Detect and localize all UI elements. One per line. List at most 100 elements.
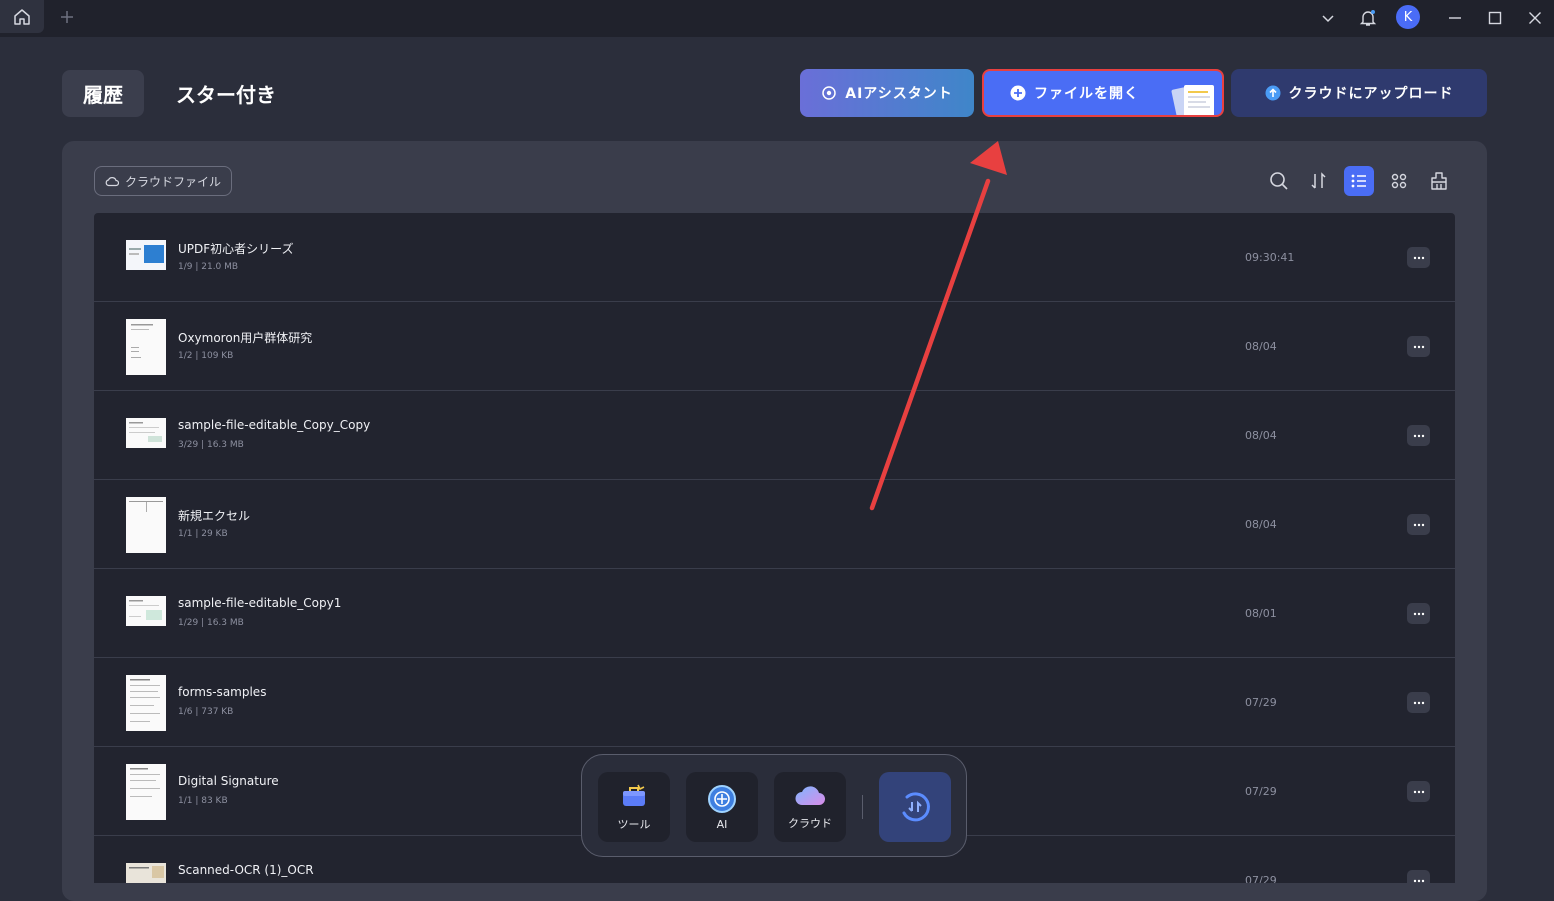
more-options-button[interactable] [1407,336,1430,357]
more-options-button[interactable] [1407,781,1430,802]
sort-button[interactable] [1304,166,1334,196]
file-name: Digital Signature [178,774,279,788]
more-icon [1413,434,1424,437]
grid-view-icon [1391,173,1407,189]
close-button[interactable] [1522,5,1548,31]
tab-history[interactable]: 履歴 [62,70,144,117]
upload-cloud-label: クラウドにアップロード [1288,86,1454,102]
sort-icon [1311,172,1326,189]
dock-separator [862,795,863,819]
cloud-files-filter[interactable]: クラウドファイル [94,166,232,196]
file-row[interactable]: forms-samples 1/6 | 737 KB 07/29 [94,658,1455,747]
file-date: 08/04 [1245,518,1277,531]
more-options-button[interactable] [1407,692,1430,713]
file-row[interactable]: sample-file-editable_Copy_Copy 3/29 | 16… [94,391,1455,480]
notification-button[interactable] [1355,5,1381,31]
file-row[interactable]: 新規エクセル 1/1 | 29 KB 08/04 [94,480,1455,569]
file-thumbnail [126,764,166,820]
more-options-button[interactable] [1407,247,1430,268]
dropdown-button[interactable] [1315,5,1341,31]
cloud-gradient-icon [795,786,825,805]
file-date: 07/29 [1245,874,1277,883]
file-row[interactable]: Oxymoron用户群体研究 1/2 | 109 KB 08/04 [94,302,1455,391]
file-thumbnail [126,418,166,448]
broom-icon [1431,172,1447,190]
toolbox-icon [623,784,645,806]
dock-cloud-label: クラウド [788,817,832,830]
dock-cloud-button[interactable]: クラウド [774,772,846,842]
more-options-button[interactable] [1407,425,1430,446]
clear-history-button[interactable] [1424,166,1454,196]
file-meta: 3/29 | 16.3 MB [178,440,244,450]
title-bar: K [0,0,1554,37]
dock-ai-label: AI [716,817,728,831]
bell-icon [1359,10,1377,26]
file-name: Oxymoron用户群体研究 [178,331,313,345]
file-name: forms-samples [178,685,267,699]
tab-starred[interactable]: スター付き [176,70,276,117]
maximize-button[interactable] [1482,5,1508,31]
file-thumbnail [126,596,166,626]
list-view-icon [1351,174,1366,188]
close-icon [1529,12,1541,24]
sync-icon [902,792,930,822]
more-icon [1413,790,1424,793]
more-icon [1413,256,1424,259]
grid-view-button[interactable] [1384,166,1414,196]
file-meta: 1/9 | 21.0 MB [178,262,239,272]
file-date: 07/29 [1245,696,1277,709]
more-options-button[interactable] [1407,514,1430,535]
file-name: Scanned-OCR (1)_OCR [178,863,314,877]
upload-cloud-button[interactable]: クラウドにアップロード [1231,69,1487,117]
plus-icon [61,11,73,23]
cloud-icon [105,177,119,187]
file-name: UPDF初心者シリーズ [178,242,294,256]
maximize-icon [1488,11,1502,25]
minimize-button[interactable] [1442,5,1468,31]
more-options-button[interactable] [1407,870,1430,883]
file-meta: 1/1 | 83 KB [178,796,228,806]
more-icon [1413,345,1424,348]
dock-ai-button[interactable]: AI [686,772,758,842]
file-date: 07/29 [1245,785,1277,798]
file-name: sample-file-editable_Copy_Copy [178,418,371,432]
home-tab[interactable] [0,0,44,33]
more-icon [1413,701,1424,704]
file-meta: 1/6 | 737 KB [178,707,234,717]
file-thumbnail [126,319,166,375]
more-icon [1413,612,1424,615]
file-date: 08/04 [1245,429,1277,442]
more-options-button[interactable] [1407,603,1430,624]
dock-sync-button[interactable] [879,772,951,842]
file-name: sample-file-editable_Copy1 [178,596,342,610]
file-meta: 1/1 | 29 KB [178,529,228,539]
user-avatar[interactable]: K [1396,5,1420,29]
file-thumbnail [126,497,166,553]
ai-orb-icon [708,784,736,813]
file-thumbnail [126,675,166,731]
dock-tools-label: ツール [617,818,651,831]
file-name: 新規エクセル [178,509,251,523]
ai-assistant-button[interactable]: AIアシスタント [800,69,974,117]
search-icon [1270,172,1288,190]
search-button[interactable] [1264,166,1294,196]
file-date: 08/04 [1245,340,1277,353]
cloud-files-label: クラウドファイル [125,174,222,189]
bottom-dock: ツール AI クラウド [581,754,967,857]
minimize-icon [1449,17,1461,19]
ai-icon [821,85,837,101]
new-tab-button[interactable] [56,6,78,28]
open-file-button[interactable]: ファイルを開く [982,69,1224,117]
home-icon [14,8,30,25]
open-file-label: ファイルを開く [1034,86,1139,102]
list-view-button[interactable] [1344,166,1374,196]
upload-icon [1265,85,1281,101]
file-thumbnail [126,240,166,270]
file-date: 08/01 [1245,607,1277,620]
file-row[interactable]: UPDF初心者シリーズ 1/9 | 21.0 MB 09:30:41 [94,213,1455,302]
file-meta: 1/2 | 109 KB [178,351,234,361]
file-date: 09:30:41 [1245,251,1295,264]
file-row[interactable]: sample-file-editable_Copy1 1/29 | 16.3 M… [94,569,1455,658]
more-icon [1413,879,1424,882]
dock-tools-button[interactable]: ツール [598,772,670,842]
